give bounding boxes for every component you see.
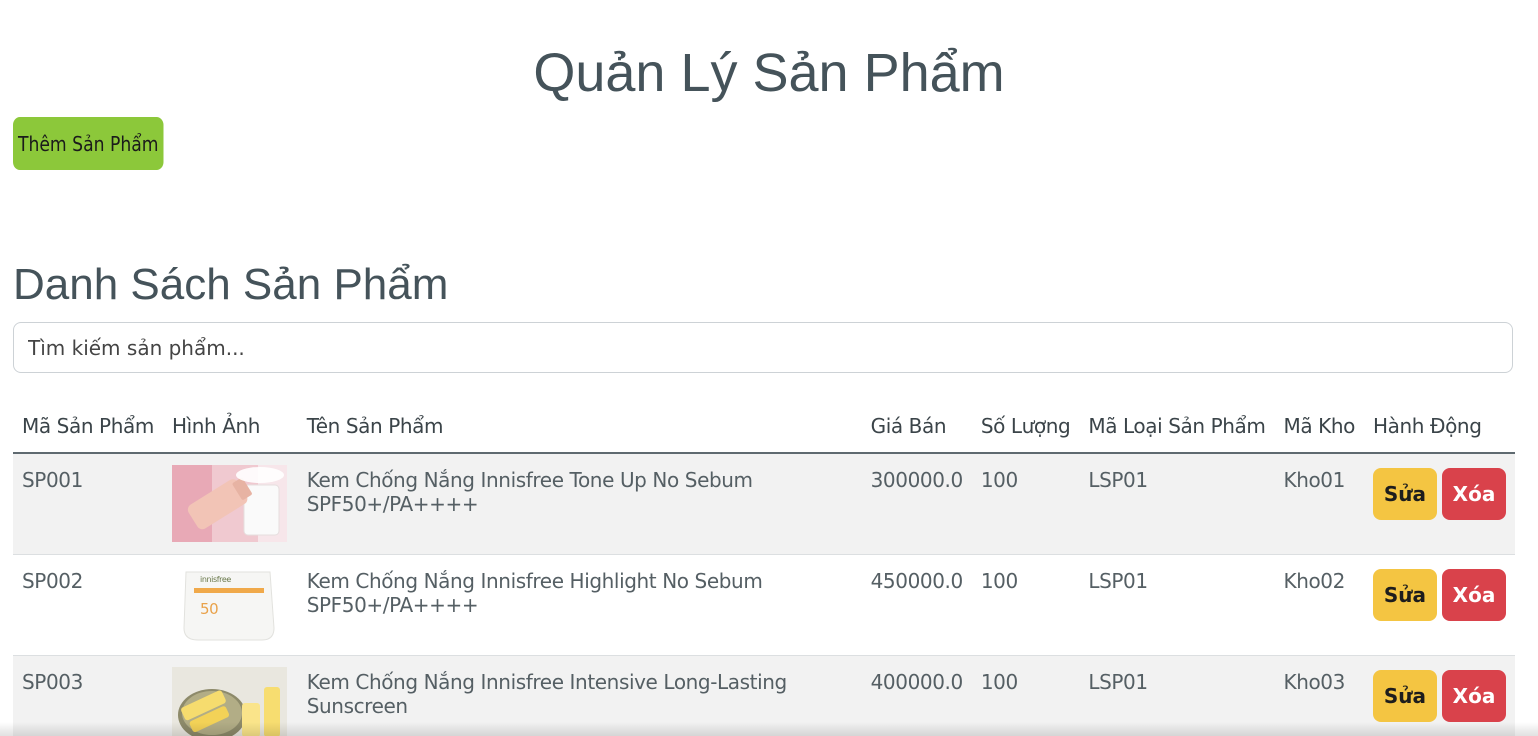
product-list-title: Danh Sách Sản Phẩm xyxy=(13,260,449,309)
product-price-cell: 400000.0 xyxy=(861,655,972,736)
column-header-price: Giá Bán xyxy=(861,400,972,454)
column-header-actions: Hành Động xyxy=(1363,400,1515,454)
product-id-cell: SP001 xyxy=(13,453,163,555)
product-management-page: Quản Lý Sản Phẩm Thêm Sản Phẩm Danh Sách… xyxy=(0,0,1538,736)
table-row: SP003 Kem Chống Nắng Innisfree Intensive… xyxy=(13,655,1515,736)
edit-button[interactable]: Sửa xyxy=(1372,669,1437,722)
product-category-cell: LSP01 xyxy=(1079,554,1275,656)
product-id-cell: SP003 xyxy=(13,655,163,736)
delete-button[interactable]: Xóa xyxy=(1441,669,1506,722)
column-header-quantity: Số Lượng xyxy=(971,400,1080,454)
svg-text:innisfree: innisfree xyxy=(200,575,231,584)
product-quantity-cell: 100 xyxy=(971,554,1080,656)
product-image-cell xyxy=(162,453,298,555)
product-warehouse-cell: Kho01 xyxy=(1274,453,1364,555)
product-name-cell: Kem Chống Nắng Innisfree Intensive Long-… xyxy=(297,655,862,736)
product-image xyxy=(171,666,287,736)
product-table: Mã Sản Phẩm Hình Ảnh Tên Sản Phẩm Giá Bá… xyxy=(13,400,1515,736)
product-name-cell: Kem Chống Nắng Innisfree Highlight No Se… xyxy=(297,554,862,656)
product-quantity-cell: 100 xyxy=(971,453,1080,555)
product-actions-cell: Sửa Xóa xyxy=(1363,453,1515,555)
edit-button[interactable]: Sửa xyxy=(1372,568,1437,621)
svg-text:50: 50 xyxy=(200,600,218,618)
add-product-button[interactable]: Thêm Sản Phẩm xyxy=(13,117,164,170)
product-category-cell: LSP01 xyxy=(1079,655,1275,736)
delete-button[interactable]: Xóa xyxy=(1441,468,1506,520)
product-price-cell: 450000.0 xyxy=(861,554,972,656)
delete-button[interactable]: Xóa xyxy=(1441,568,1506,621)
column-header-id: Mã Sản Phẩm xyxy=(13,400,163,454)
product-image-cell xyxy=(162,655,298,736)
edit-button[interactable]: Sửa xyxy=(1372,468,1437,520)
column-header-category: Mã Loại Sản Phẩm xyxy=(1079,400,1275,454)
product-image: innisfree 50 xyxy=(171,565,287,643)
product-actions-cell: Sửa Xóa xyxy=(1363,554,1515,656)
product-name-cell: Kem Chống Nắng Innisfree Tone Up No Sebu… xyxy=(297,453,862,555)
page-title: Quản Lý Sản Phẩm xyxy=(533,43,1005,103)
product-category-cell: LSP01 xyxy=(1079,453,1275,555)
product-actions-cell: Sửa Xóa xyxy=(1363,655,1515,736)
product-image-cell: innisfree 50 xyxy=(162,554,298,656)
column-header-warehouse: Mã Kho xyxy=(1274,400,1364,454)
column-header-name: Tên Sản Phẩm xyxy=(297,400,862,454)
product-quantity-cell: 100 xyxy=(971,655,1080,736)
add-product-button-label: Thêm Sản Phẩm xyxy=(17,131,159,156)
product-warehouse-cell: Kho03 xyxy=(1274,655,1364,736)
product-price-cell: 300000.0 xyxy=(861,453,972,555)
search-input[interactable] xyxy=(13,322,1513,373)
table-header-row: Mã Sản Phẩm Hình Ảnh Tên Sản Phẩm Giá Bá… xyxy=(13,400,1515,454)
column-header-image: Hình Ảnh xyxy=(162,400,298,454)
table-row: SP002 innisfree 50 Kem Chống Nắng Innisf… xyxy=(13,554,1515,656)
product-image xyxy=(171,465,287,542)
table-row: SP001 Kem Chống Nắng Innisfree Tone Up N… xyxy=(13,453,1515,555)
product-warehouse-cell: Kho02 xyxy=(1274,554,1364,656)
product-id-cell: SP002 xyxy=(13,554,163,656)
